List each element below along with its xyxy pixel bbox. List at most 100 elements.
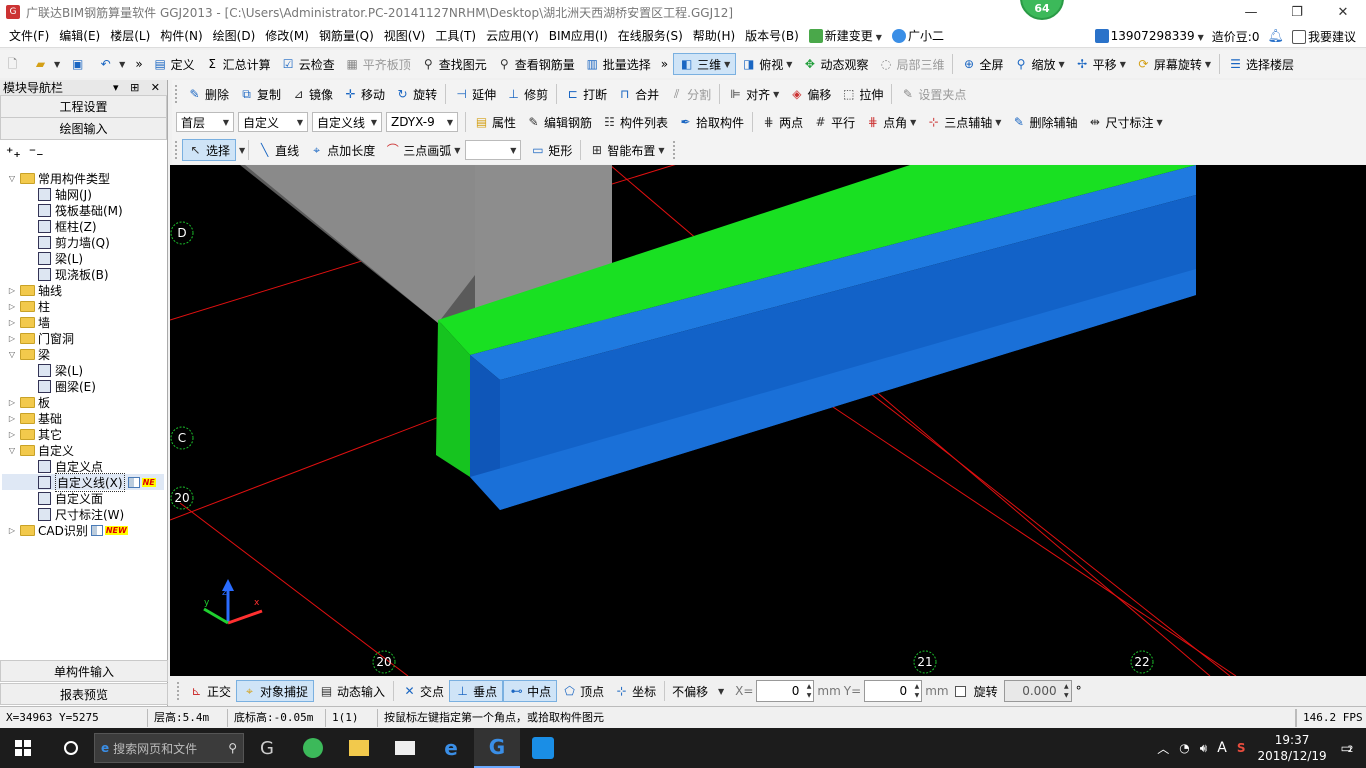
- price-beans[interactable]: 造价豆:0: [1208, 28, 1264, 45]
- mirror-button[interactable]: ⊿ 镜像: [286, 83, 338, 105]
- three-point-aux-button[interactable]: ⊹ 三点辅轴 ▼: [921, 111, 1006, 133]
- intersect-snap[interactable]: ✕ 交点: [397, 680, 449, 702]
- parallel-button[interactable]: # 平行: [808, 111, 860, 133]
- menu-bim[interactable]: BIM应用(I): [544, 27, 613, 44]
- point-angle-button[interactable]: ⋕ 点角 ▼: [860, 111, 921, 133]
- tree-folder[interactable]: ▷ 轴线: [2, 282, 164, 298]
- tree-folder[interactable]: ▽ 自定义: [2, 442, 164, 458]
- collapse-toggle-icon[interactable]: ▽: [6, 174, 18, 183]
- rotate-input[interactable]: 0.000: [1003, 680, 1072, 702]
- tree-item[interactable]: 圈梁(E): [2, 378, 164, 394]
- user-account[interactable]: 13907298339 ▼: [1091, 29, 1208, 43]
- y-input[interactable]: 0: [864, 680, 923, 702]
- pick-component-button[interactable]: ✒ 拾取构件: [673, 111, 749, 133]
- toolbar-overflow[interactable]: »: [130, 53, 147, 75]
- drawing-viewport-3d[interactable]: D C 20 20 21 22 z x y: [170, 165, 1366, 676]
- vertex-snap[interactable]: ⬠ 顶点: [557, 680, 609, 702]
- open-file-button[interactable]: ▰ ▼: [28, 53, 65, 75]
- new-change-menu[interactable]: 新建变更 ▼: [804, 27, 887, 44]
- expand-toggle-icon[interactable]: ▷: [6, 302, 18, 311]
- rect-button[interactable]: ▭ 矩形: [525, 139, 577, 161]
- tab-drawing-input[interactable]: 绘图输入: [0, 118, 167, 140]
- tree-item[interactable]: 轴网(J): [2, 186, 164, 202]
- volume-icon[interactable]: 🔊︎: [1200, 741, 1208, 756]
- menu-modify[interactable]: 修改(M): [260, 27, 314, 44]
- x-input[interactable]: 0: [756, 680, 815, 702]
- expand-toggle-icon[interactable]: ▷: [6, 398, 18, 407]
- cortana-icon[interactable]: [48, 728, 94, 768]
- tree-folder[interactable]: ▷ 其它: [2, 426, 164, 442]
- menu-version[interactable]: 版本号(B): [740, 27, 804, 44]
- ime-indicator[interactable]: A: [1217, 740, 1227, 756]
- merge-button[interactable]: ⊓ 合并: [612, 83, 664, 105]
- arc-3point-button[interactable]: ⌒ 三点画弧 ▼: [380, 139, 465, 161]
- midpoint-snap[interactable]: ⊷ 中点: [503, 680, 558, 702]
- select-dropdown[interactable]: ▼: [239, 146, 245, 155]
- single-component-input-tab[interactable]: 单构件输入: [0, 660, 168, 682]
- bell-icon[interactable]: 🔔︎: [1263, 29, 1288, 44]
- expand-toggle-icon[interactable]: ▷: [6, 286, 18, 295]
- nav-controls[interactable]: ▾ ⊞ ✕: [113, 81, 164, 94]
- object-snap-toggle[interactable]: ⌖ 对象捕捉: [236, 680, 315, 702]
- fullscreen-button[interactable]: ⊕ 全屏: [956, 53, 1008, 75]
- component-list-button[interactable]: ☷ 构件列表: [597, 111, 673, 133]
- assistant-menu[interactable]: 广小二: [887, 27, 949, 44]
- menu-tools[interactable]: 工具(T): [430, 27, 481, 44]
- expand-toggle-icon[interactable]: ▷: [6, 334, 18, 343]
- minimize-icon[interactable]: —: [1228, 0, 1274, 24]
- ortho-toggle[interactable]: ⊾ 正交: [184, 680, 236, 702]
- expand-all-icon[interactable]: ⁺₊: [6, 145, 21, 161]
- local-3d-button[interactable]: ◌ 局部三维: [873, 53, 949, 75]
- trim-button[interactable]: ⊥ 修剪: [501, 83, 553, 105]
- find-element-button[interactable]: ⚲ 查找图元: [416, 53, 492, 75]
- toolbar-overflow-2[interactable]: »: [656, 53, 673, 75]
- collapse-toggle-icon[interactable]: ▽: [6, 350, 18, 359]
- type-select[interactable]: 自定义线 ▼: [312, 112, 382, 132]
- taskbar-app-explorer[interactable]: [336, 728, 382, 768]
- tree-item[interactable]: 自定义线(X) NE: [2, 472, 164, 492]
- line-button[interactable]: ╲ 直线: [252, 139, 304, 161]
- move-button[interactable]: ✛ 移动: [338, 83, 390, 105]
- two-point-button[interactable]: ⋕ 两点: [756, 111, 808, 133]
- expand-toggle-icon[interactable]: ▷: [6, 430, 18, 439]
- report-preview-tab[interactable]: 报表预览: [0, 683, 168, 705]
- view-3d-button[interactable]: ◧ 三维 ▼: [673, 53, 737, 75]
- tree-item[interactable]: 梁(L): [2, 250, 164, 266]
- taskbar-app-edge[interactable]: e: [428, 728, 474, 768]
- tree-folder[interactable]: ▷ 门窗洞: [2, 330, 164, 346]
- tree-item[interactable]: 尺寸标注(W): [2, 506, 164, 522]
- tree-item[interactable]: 剪力墙(Q): [2, 234, 164, 250]
- menu-component[interactable]: 构件(N): [155, 27, 207, 44]
- tree-item[interactable]: 框柱(Z): [2, 218, 164, 234]
- tree-item[interactable]: 筏板基础(M): [2, 202, 164, 218]
- property-button[interactable]: ▤ 属性: [469, 111, 521, 133]
- floor-select[interactable]: 首层 ▼: [176, 112, 234, 132]
- tree-folder[interactable]: ▷ 柱: [2, 298, 164, 314]
- tree-item[interactable]: 梁(L): [2, 362, 164, 378]
- align-button[interactable]: ⊫ 对齐 ▼: [723, 83, 784, 105]
- expand-toggle-icon[interactable]: ▷: [6, 318, 18, 327]
- taskbar-app-360[interactable]: [290, 728, 336, 768]
- taskbar-app-glodon-bim[interactable]: G: [474, 728, 520, 768]
- break-button[interactable]: ⊏ 打断: [560, 83, 612, 105]
- select-button[interactable]: ↖ 选择: [182, 139, 237, 161]
- tab-project-settings[interactable]: 工程设置: [0, 96, 167, 118]
- batch-select-button[interactable]: ▥ 批量选择: [580, 53, 656, 75]
- start-button[interactable]: [0, 728, 46, 768]
- taskbar-app-glodon[interactable]: G: [244, 728, 290, 768]
- rotate-screen-button[interactable]: ⟳ 屏幕旋转 ▼: [1131, 53, 1216, 75]
- menu-floor[interactable]: 楼层(L): [105, 27, 155, 44]
- zoom-button[interactable]: ⚲ 缩放 ▼: [1009, 53, 1070, 75]
- new-file-button[interactable]: 🗋︎: [0, 53, 28, 75]
- tree-item[interactable]: 自定义面: [2, 490, 164, 506]
- select-floor-button[interactable]: ☰ 选择楼层: [1223, 53, 1299, 75]
- align-top-button[interactable]: ▦ 平齐板顶: [340, 53, 416, 75]
- menu-cloud[interactable]: 云应用(Y): [481, 27, 544, 44]
- tree-folder[interactable]: ▷ 墙: [2, 314, 164, 330]
- menu-online[interactable]: 在线服务(S): [613, 27, 688, 44]
- menu-draw[interactable]: 绘图(D): [208, 27, 261, 44]
- feedback-button[interactable]: 我要建议: [1288, 28, 1360, 45]
- menu-edit[interactable]: 编辑(E): [54, 27, 105, 44]
- extend-button[interactable]: ⊣ 延伸: [449, 83, 501, 105]
- delete-aux-button[interactable]: ✎ 删除辅轴: [1006, 111, 1082, 133]
